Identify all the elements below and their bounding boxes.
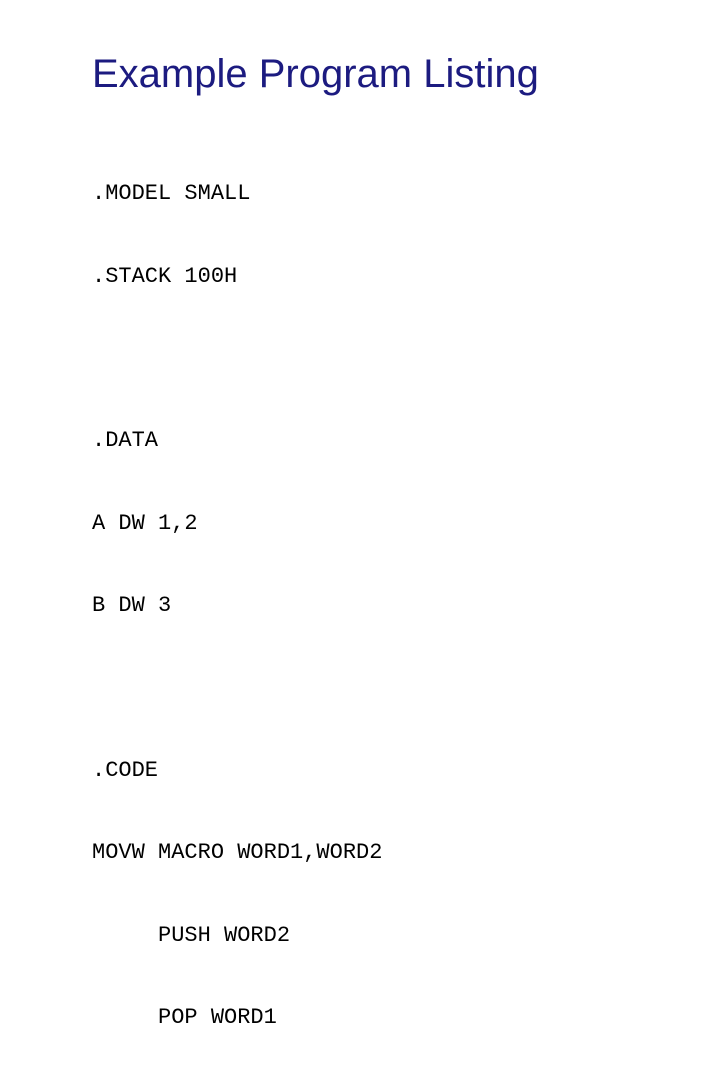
code-line: B DW 3 — [92, 592, 720, 620]
blank-line — [92, 345, 720, 372]
blank-line — [92, 675, 720, 702]
code-line: .DATA — [92, 427, 720, 455]
code-listing: .MODEL SMALL .STACK 100H .DATA A DW 1,2 … — [92, 125, 720, 1080]
code-line: MOVW MACRO WORD1,WORD2 — [92, 839, 720, 867]
slide-title: Example Program Listing — [92, 52, 720, 97]
code-line: .CODE — [92, 757, 720, 785]
slide: Example Program Listing .MODEL SMALL .ST… — [0, 0, 720, 540]
code-line: .STACK 100H — [92, 263, 720, 291]
code-line: .MODEL SMALL — [92, 180, 720, 208]
code-line: PUSH WORD2 — [92, 922, 720, 950]
code-line: A DW 1,2 — [92, 510, 720, 538]
code-line: POP WORD1 — [92, 1004, 720, 1032]
